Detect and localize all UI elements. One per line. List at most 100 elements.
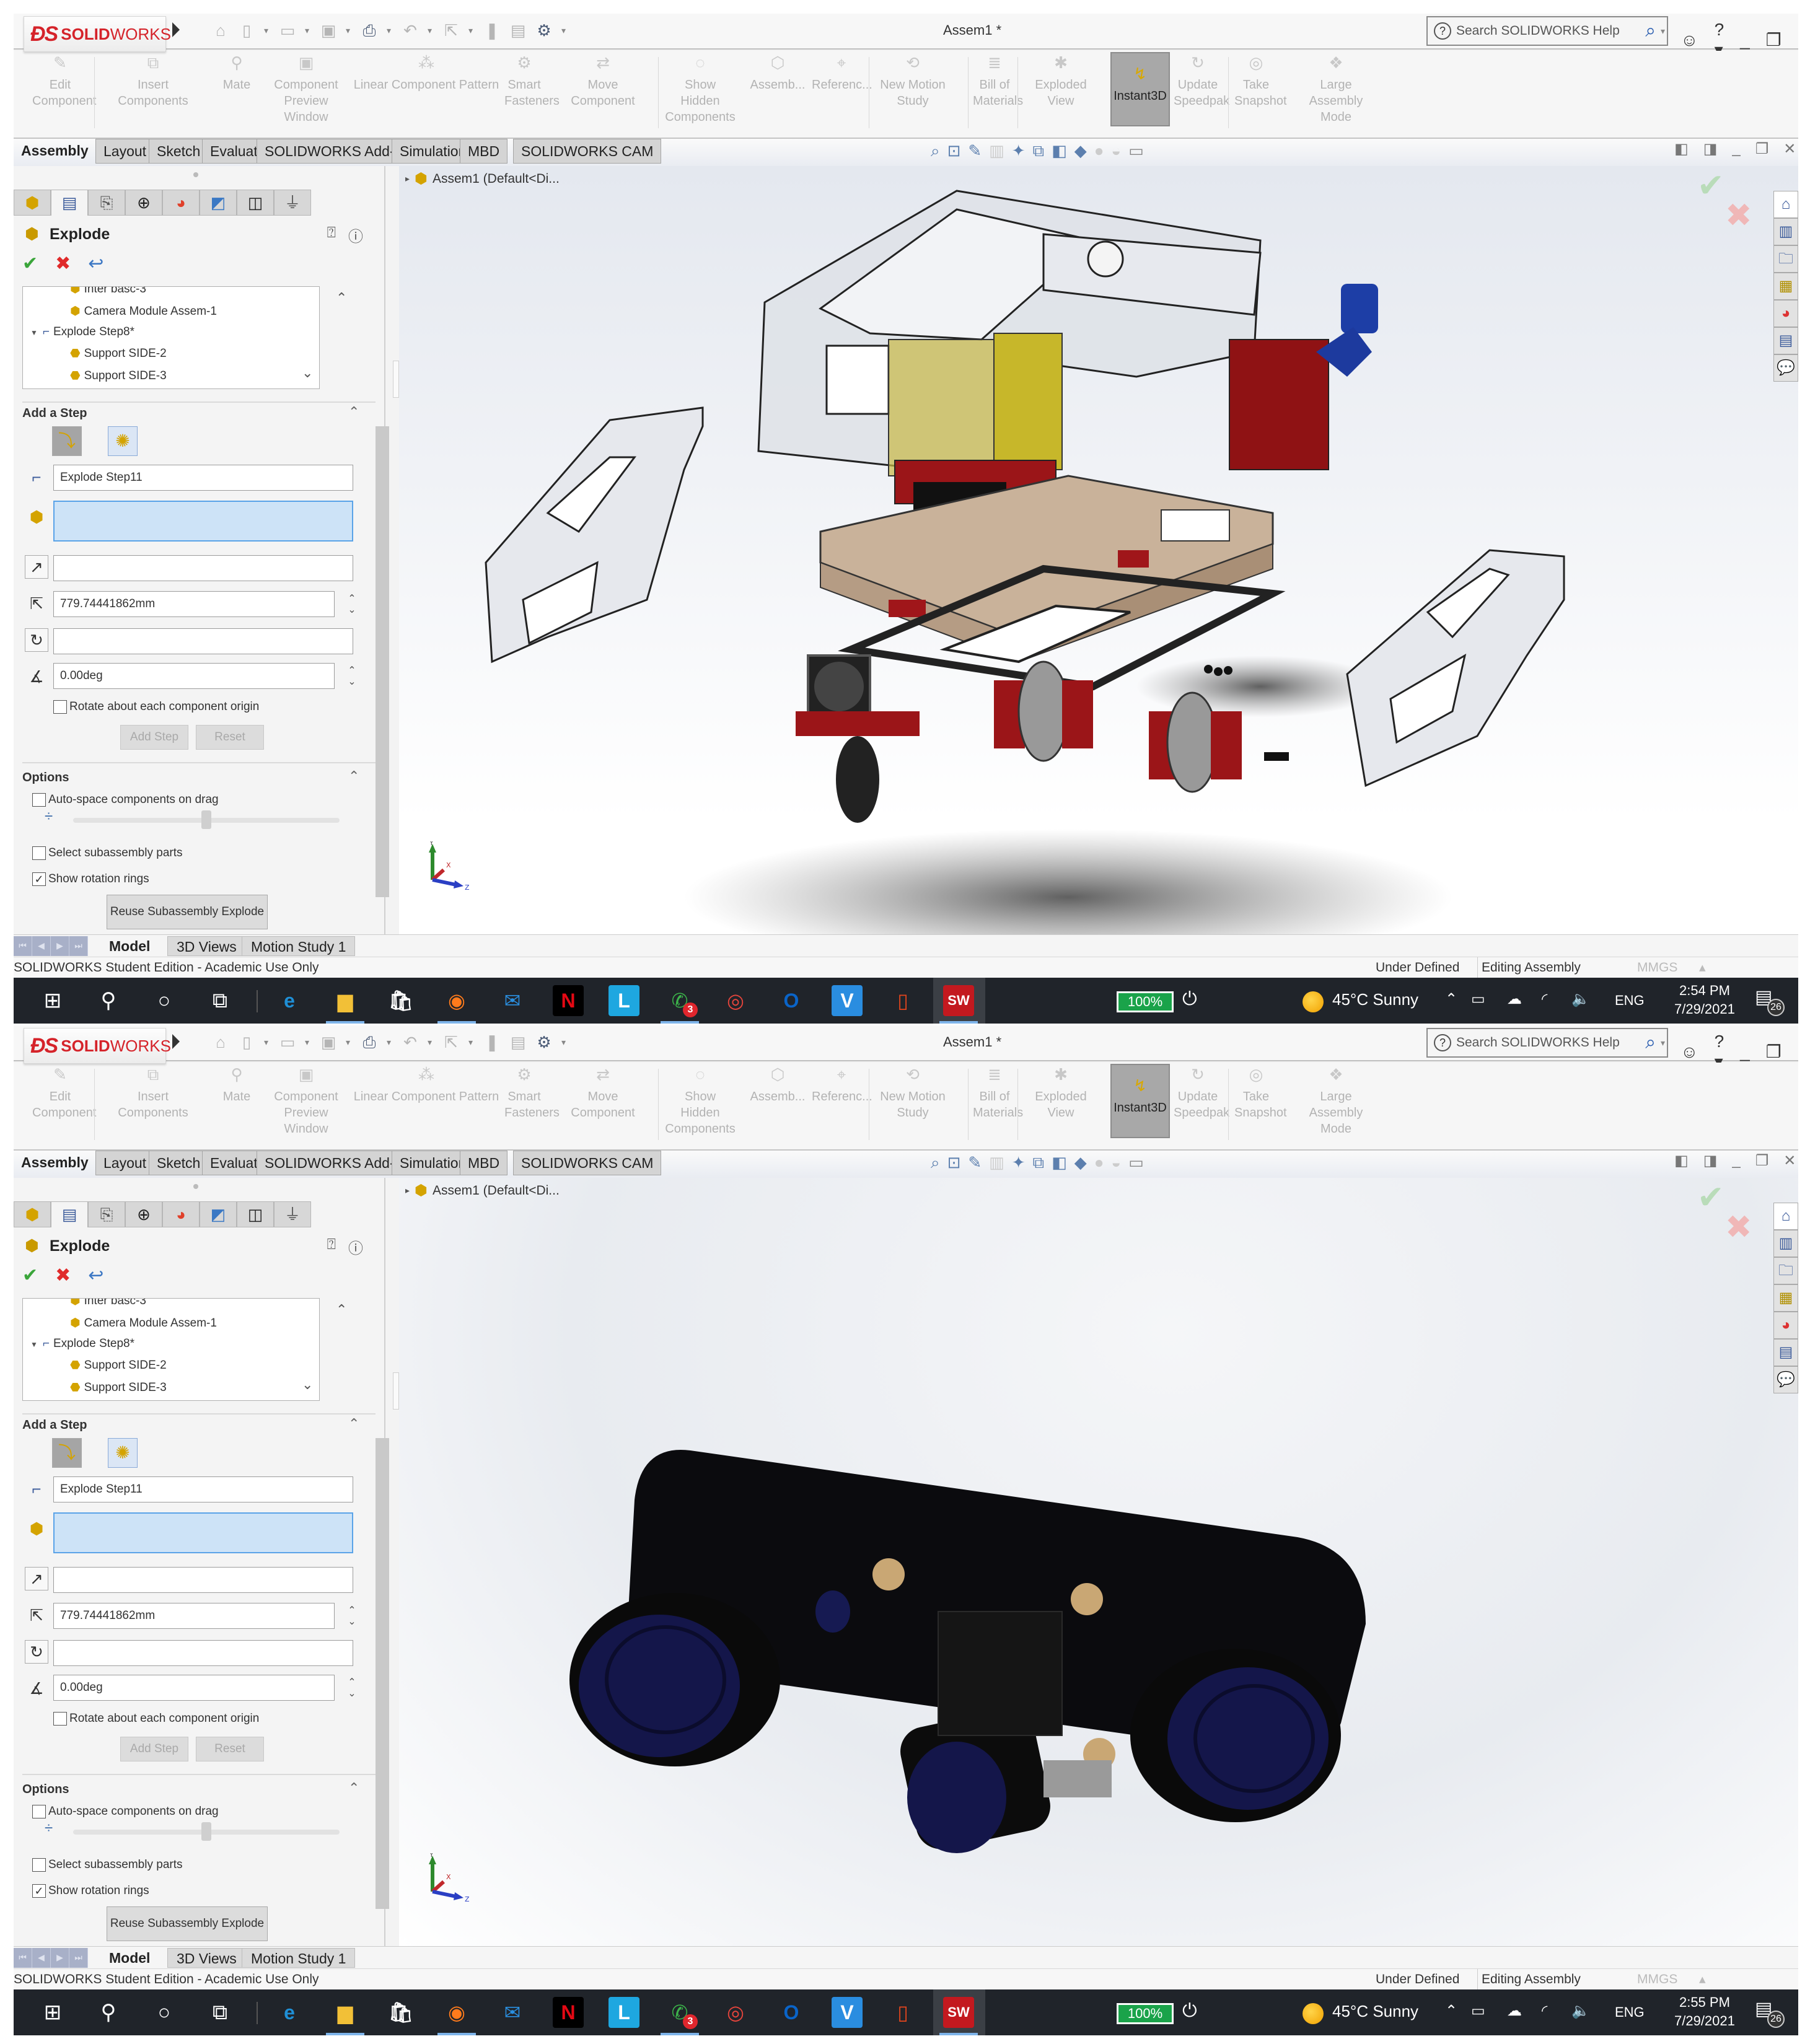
chrome-icon[interactable]: ◎: [720, 985, 751, 1016]
ribbon-button-take-snapshot[interactable]: ◎ Take Snapshot: [1234, 55, 1287, 109]
cam-tools-tab[interactable]: ⏚: [274, 190, 311, 216]
view-orientation-icon[interactable]: ⧉: [1033, 1153, 1045, 1173]
minimize-icon[interactable]: _: [1740, 30, 1750, 50]
doc-restore-icon[interactable]: ❐: [1755, 1152, 1769, 1170]
solidworks-icon[interactable]: SW: [939, 1997, 978, 2035]
solidworks-menu-button[interactable]: ƉS SOLIDWORKS: [24, 1028, 171, 1064]
tab-model[interactable]: Model: [100, 1948, 159, 1968]
help-search-box[interactable]: ? Search SOLIDWORKS Help ⌕ ▾: [1426, 16, 1668, 46]
undo-step-icon[interactable]: ↩: [88, 253, 103, 274]
dynamic-annotation-icon[interactable]: ✦: [1012, 141, 1026, 161]
tab-solidworks-cam[interactable]: SOLIDWORKS CAM: [513, 139, 662, 164]
user-account-icon[interactable]: ☺: [1680, 30, 1698, 50]
whats-new-icon[interactable]: ⍰: [327, 1236, 336, 1258]
display-manager-tab[interactable]: ◕: [162, 190, 200, 216]
help-search-input[interactable]: Search SOLIDWORKS Help: [1456, 1035, 1640, 1050]
tab-mbd[interactable]: MBD: [460, 1151, 508, 1175]
view-orientation-icon[interactable]: ⧉: [1033, 141, 1045, 161]
l-app-icon[interactable]: L: [608, 985, 639, 1016]
rotation-axis-field[interactable]: [53, 1640, 353, 1666]
list-item[interactable]: ⬢ Inter basc-3: [70, 287, 146, 296]
zoom-to-fit-icon[interactable]: ⌕: [931, 141, 940, 161]
edge-icon[interactable]: e: [274, 985, 305, 1016]
undo-icon[interactable]: ↶: [402, 21, 419, 40]
display-style-icon[interactable]: ◧: [1052, 1153, 1067, 1173]
zoom-to-area-icon[interactable]: ⊡: [947, 141, 961, 161]
collapse-chevron-icon[interactable]: ⌃: [348, 404, 359, 420]
firefox-icon[interactable]: ◉: [437, 985, 476, 1024]
options-header[interactable]: Options: [22, 771, 69, 785]
ribbon-button-update-speedpak[interactable]: ↻ Update Speedpak: [1174, 55, 1229, 109]
tab-layout[interactable]: Layout: [95, 139, 155, 164]
outlook-icon[interactable]: O: [776, 1997, 807, 2028]
battery-indicator[interactable]: 100%: [1117, 2003, 1174, 2024]
action-center-icon[interactable]: ▤ 26: [1755, 986, 1785, 1016]
tab-motion-study[interactable]: Motion Study 1: [242, 1948, 356, 1968]
search-icon[interactable]: ⌕: [1645, 20, 1656, 42]
ribbon-button-mate[interactable]: ⚲ Mate: [219, 1066, 254, 1105]
explode-direction-field[interactable]: [53, 1567, 353, 1593]
list-item[interactable]: ⬣ Support SIDE-2: [70, 346, 167, 361]
list-item[interactable]: ⬣ Support SIDE-3: [70, 369, 167, 383]
tab-sketch[interactable]: Sketch: [149, 1151, 209, 1175]
slider-thumb[interactable]: [201, 1822, 211, 1841]
cortana-icon[interactable]: ○: [149, 985, 180, 1016]
angle-spinner[interactable]: ⌃ ⌄: [347, 1677, 357, 1700]
ribbon-button-move-component[interactable]: ⇄ Move Component: [563, 1066, 643, 1121]
system-clock[interactable]: 2:54 PM 7/29/2021: [1674, 981, 1735, 1019]
select-pointer-icon[interactable]: ⇱: [442, 21, 460, 40]
search-dropdown-icon[interactable]: ▾: [1661, 1038, 1667, 1048]
rotation-angle-field[interactable]: 0.00deg: [53, 1675, 335, 1701]
show-hidden-icons-chevron[interactable]: ⌃: [1445, 990, 1457, 1008]
collapse-triangle-icon[interactable]: ▼: [30, 1340, 38, 1349]
windows-start-icon[interactable]: ⊞: [37, 1997, 68, 2028]
menu-expand-arrow-icon[interactable]: [172, 1034, 180, 1049]
cancel-x-icon[interactable]: ✖: [55, 1265, 71, 1286]
search-dropdown-icon[interactable]: ▾: [1661, 26, 1667, 37]
ribbon-button-component-preview-window[interactable]: ▣ Component Preview Window: [268, 55, 345, 125]
save-icon[interactable]: ▣: [320, 1033, 337, 1051]
add-step-button[interactable]: Add Step: [120, 725, 188, 750]
auto-space-checkbox[interactable]: [32, 1805, 46, 1818]
tray-device-icon[interactable]: ▭: [1471, 990, 1485, 1008]
graphics-area[interactable]: ▸ ⬢ Assem1 (Default<Di... ✔ ✖ ⌂ ▥ 🗀 ▦ ◕ …: [399, 1178, 1798, 1946]
new-document-icon[interactable]: ▯: [238, 21, 255, 40]
whatsapp-icon[interactable]: ✆ 3: [661, 1997, 699, 2035]
options-gear-icon[interactable]: ⚙: [535, 21, 553, 40]
open-icon[interactable]: ▭: [279, 1033, 296, 1051]
property-manager-tab[interactable]: ▤: [51, 190, 88, 216]
add-step-header[interactable]: Add a Step: [22, 1418, 87, 1432]
menu-expand-arrow-icon[interactable]: [172, 22, 180, 37]
radial-step-button[interactable]: ✺: [108, 1438, 138, 1468]
vc-icon[interactable]: V: [832, 985, 863, 1016]
ribbon-button-large-assembly-mode[interactable]: ❖ Large Assembly Mode: [1299, 55, 1373, 125]
first-tab-icon[interactable]: ⏮: [14, 936, 32, 956]
show-rotation-rings-option[interactable]: ✓ Show rotation rings: [32, 1884, 149, 1898]
system-clock[interactable]: 2:55 PM 7/29/2021: [1674, 1993, 1735, 2030]
last-tab-icon[interactable]: ⏭: [69, 1948, 88, 1968]
mail-icon[interactable]: ✉: [497, 1997, 528, 2028]
view-settings-icon[interactable]: ▭: [1128, 141, 1144, 161]
undo-icon[interactable]: ↶: [402, 1033, 419, 1051]
action-center-icon[interactable]: ▤ 26: [1755, 1998, 1785, 2028]
restore-icon[interactable]: ❐: [1766, 30, 1781, 50]
apply-scene-icon[interactable]: ◒: [1111, 1153, 1121, 1173]
rebuild-icon[interactable]: ❚: [483, 21, 501, 40]
outlook-icon[interactable]: O: [776, 985, 807, 1016]
zoom-to-area-icon[interactable]: ⊡: [947, 1153, 961, 1173]
edit-appearance-icon[interactable]: ●: [1094, 141, 1104, 161]
list-item[interactable]: ⬣ Support SIDE-3: [70, 1380, 167, 1395]
explode-direction-field[interactable]: [53, 555, 353, 581]
solidworks-menu-button[interactable]: ƉS SOLIDWORKS: [24, 16, 171, 52]
ribbon-button-new-motion-study[interactable]: ⟲ New Motion Study: [876, 1066, 949, 1121]
rotation-axis-icon[interactable]: ↻: [25, 1640, 48, 1664]
ribbon-button-show-hidden-components[interactable]: ◌ Show Hidden Components: [664, 1066, 736, 1137]
netflix-icon[interactable]: N: [553, 1997, 584, 2028]
step-name-field[interactable]: Explode Step11: [53, 465, 353, 491]
ribbon-button-referenc[interactable]: ⌖ Referenc...: [812, 1066, 872, 1105]
list-scroll-down-icon[interactable]: ⌄: [302, 365, 313, 381]
list-scroll-down-icon[interactable]: ⌄: [302, 1377, 313, 1393]
explode-components-selection[interactable]: [53, 501, 353, 542]
user-account-icon[interactable]: ☺: [1680, 1042, 1698, 1062]
firefox-icon[interactable]: ◉: [437, 1997, 476, 2035]
